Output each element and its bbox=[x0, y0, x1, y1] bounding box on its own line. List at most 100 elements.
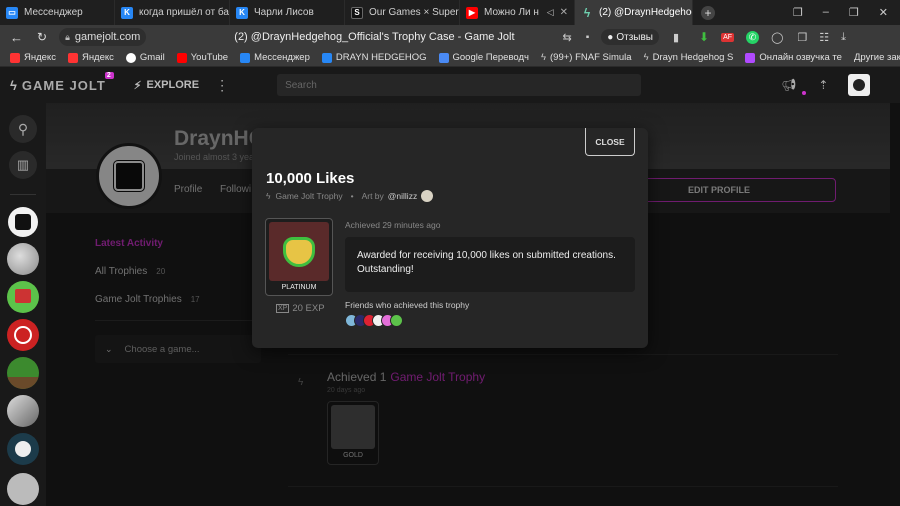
tab-label: Our Games × Supercell bbox=[369, 7, 459, 18]
other-bookmarks-label: Другие закладки bbox=[853, 52, 900, 63]
logo-text: GAME JOLT bbox=[21, 77, 106, 93]
yandex-icon bbox=[67, 52, 78, 63]
bookmark-label: (99+) FNAF Simula bbox=[550, 52, 632, 63]
bookmark-messenger[interactable]: Мессенджер bbox=[240, 52, 310, 63]
more-menu-icon[interactable]: ⋮ bbox=[215, 77, 229, 94]
downloads-icon[interactable]: ⤓ bbox=[841, 31, 846, 44]
heart-trophy-image bbox=[269, 222, 329, 281]
tab-vk-2[interactable]: K Чарли Лисов bbox=[230, 0, 345, 25]
bookmark-icon[interactable]: ▮ bbox=[673, 31, 679, 44]
bookmark-yandex-1[interactable]: Яндекс bbox=[10, 52, 56, 63]
page-title: (2) @DraynHedgehog_Official's Trophy Cas… bbox=[234, 31, 515, 43]
tab-label: Чарли Лисов bbox=[254, 7, 314, 18]
gamejolt-logo[interactable]: ϟ GAME JOLT 2 bbox=[10, 71, 114, 93]
close-button[interactable]: CLOSE bbox=[585, 128, 635, 156]
gamejolt-icon: ϟ bbox=[583, 5, 591, 20]
bookmark-youtube[interactable]: YouTube bbox=[176, 52, 229, 63]
bookmarks-bar: Яндекс Яндекс Gmail YouTube Мессенджер D… bbox=[0, 49, 900, 67]
user-avatar[interactable] bbox=[848, 74, 871, 96]
explore-link[interactable]: ⚡︎ EXPLORE bbox=[134, 79, 199, 92]
bookmark-voice[interactable]: Онлайн озвучка те bbox=[745, 52, 842, 63]
tab-youtube[interactable]: ▶ Можно Ли н ◁ ✕ bbox=[460, 0, 575, 25]
youtube-icon: ▶ bbox=[466, 6, 478, 19]
bookmark-label: Яндекс bbox=[24, 52, 56, 63]
bookmark-drayn[interactable]: DRAYN HEDGEHOG bbox=[321, 52, 427, 63]
friend-avatar[interactable] bbox=[390, 314, 403, 327]
tab-messenger[interactable]: ▭ Мессенджер bbox=[0, 0, 115, 25]
artist-avatar[interactable] bbox=[421, 190, 434, 202]
notification-dot bbox=[802, 91, 806, 95]
minimize-icon[interactable]: – bbox=[823, 6, 829, 19]
vk-icon: K bbox=[121, 6, 133, 19]
art-by-label: Art by bbox=[361, 191, 384, 201]
trophy-tier: PLATINUM bbox=[281, 284, 317, 291]
close-window-icon[interactable]: ✕ bbox=[879, 6, 888, 19]
trophy-meta: ϟ Game Jolt Trophy • Art by @nillizz bbox=[266, 190, 434, 202]
new-tab-button[interactable]: + bbox=[701, 5, 715, 20]
community-image bbox=[15, 214, 31, 230]
tab-supercell[interactable]: S Our Games × Supercell bbox=[345, 0, 460, 25]
search-input[interactable]: Search bbox=[277, 74, 642, 96]
back-icon[interactable]: ← bbox=[10, 30, 23, 45]
reload-icon[interactable]: ↻ bbox=[37, 30, 47, 44]
bookmark-fnaf[interactable]: ϟ (99+) FNAF Simula bbox=[541, 52, 632, 63]
community-image bbox=[7, 377, 39, 389]
bookmark-label: Gmail bbox=[139, 52, 165, 63]
supercell-icon: S bbox=[351, 6, 363, 19]
community-drayn[interactable] bbox=[8, 207, 38, 237]
avatar-image bbox=[853, 79, 866, 91]
bookmark-label: Яндекс bbox=[81, 52, 114, 63]
mute-icon[interactable]: ◁ bbox=[547, 7, 554, 18]
friends-avatars bbox=[345, 314, 403, 327]
trophy-description: Awarded for receiving 10,000 likes on su… bbox=[345, 237, 635, 292]
community-avatar-2[interactable] bbox=[7, 281, 39, 313]
trophy-thumbnail: PLATINUM bbox=[265, 218, 333, 296]
restore-icon[interactable]: ❐ bbox=[849, 6, 859, 19]
bookmark-label: Drayn Hedgehog S bbox=[652, 52, 734, 63]
community-avatar-minecraft[interactable] bbox=[7, 357, 39, 389]
megaphone-icon[interactable]: 📢︎ bbox=[781, 78, 796, 92]
translate-icon[interactable]: ⇆ bbox=[563, 31, 572, 44]
bookmark-drayn-hedgehog[interactable]: ϟ Drayn Hedgehog S bbox=[644, 52, 734, 63]
scrollbar[interactable] bbox=[890, 103, 900, 506]
extensions-icon[interactable]: ☷ bbox=[819, 31, 829, 44]
community-avatar-1[interactable] bbox=[7, 243, 39, 275]
tab-gamejolt[interactable]: ϟ (2) @DraynHedgehog bbox=[575, 0, 693, 25]
community-avatar-6[interactable] bbox=[7, 473, 39, 505]
address-bar: ← ↻ 🔒︎ gamejolt.com (2) @DraynHedgehog_O… bbox=[0, 25, 900, 49]
friends-label: Friends who achieved this trophy bbox=[345, 300, 470, 310]
trophy-stack-icon[interactable]: ⇡ bbox=[818, 78, 828, 92]
bookmark-label: YouTube bbox=[190, 52, 229, 63]
trophy-type: Game Jolt Trophy bbox=[275, 191, 343, 201]
bookmark-gmail[interactable]: Gmail bbox=[125, 52, 165, 63]
artist-link[interactable]: @nillizz bbox=[388, 191, 417, 201]
gamejolt-icon: ϟ bbox=[266, 191, 271, 201]
whatsapp-icon[interactable]: ✆ bbox=[746, 30, 760, 44]
voice-icon bbox=[745, 52, 756, 63]
adblock-icon[interactable]: AF bbox=[721, 32, 735, 42]
url-field[interactable]: 🔒︎ gamejolt.com bbox=[59, 28, 147, 46]
bookmark-label: Онлайн озвучка те bbox=[759, 52, 842, 63]
close-tab-icon[interactable]: ✕ bbox=[560, 7, 568, 18]
search-placeholder: Search bbox=[285, 79, 317, 91]
circle-icon[interactable]: ◯ bbox=[771, 31, 783, 44]
tab-vk-1[interactable]: K когда пришёл от бабуш bbox=[115, 0, 230, 25]
reviews-button[interactable]: ● Отзывы bbox=[601, 29, 659, 45]
google-translate-icon bbox=[438, 52, 449, 63]
comment-icon[interactable]: ▪ bbox=[586, 32, 590, 43]
gamejolt-icon: ϟ bbox=[10, 77, 18, 93]
community-avatar-3[interactable] bbox=[7, 319, 39, 351]
download-arrow-icon[interactable]: ⬇ bbox=[699, 30, 709, 44]
library-icon[interactable]: ▥ bbox=[9, 151, 37, 179]
community-image bbox=[14, 326, 32, 344]
community-avatar-5[interactable] bbox=[7, 433, 39, 465]
other-bookmarks[interactable]: Другие закладки▼ bbox=[854, 52, 900, 63]
activity-feed-icon[interactable]: ⚲ bbox=[9, 115, 37, 143]
bookmark-yandex-2[interactable]: Яндекс bbox=[67, 52, 114, 63]
bookmark-translate[interactable]: Google Переводч bbox=[438, 52, 529, 63]
collections-icon[interactable]: ❐ bbox=[797, 31, 807, 44]
community-avatar-4[interactable] bbox=[7, 395, 39, 427]
vk-icon: K bbox=[236, 6, 248, 19]
tab-stack-icon[interactable]: ❐ bbox=[793, 6, 803, 19]
trophy-title: 10,000 Likes bbox=[266, 170, 355, 187]
